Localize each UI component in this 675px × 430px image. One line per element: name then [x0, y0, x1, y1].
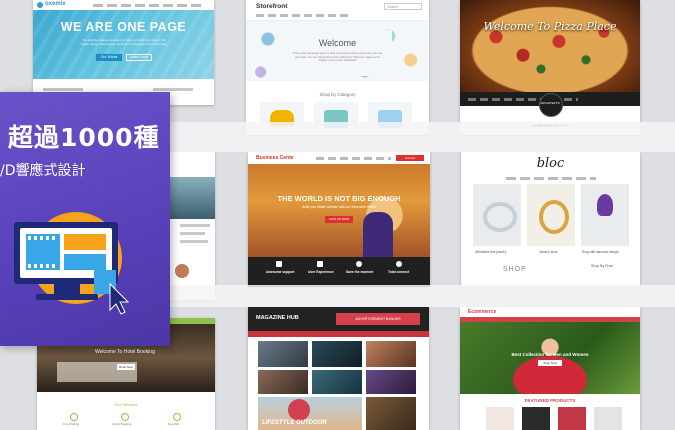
- shop-heading: SHOP: [503, 266, 527, 273]
- featured-heading: FEATURED PRODUCTS: [524, 398, 576, 403]
- news-thumb[interactable]: [258, 341, 308, 367]
- product-card[interactable]: [594, 407, 622, 430]
- news-thumb[interactable]: [366, 370, 416, 394]
- news-thumb[interactable]: [258, 370, 308, 394]
- product-caption: Jewelry store: [539, 250, 558, 254]
- hero-image: [460, 322, 640, 394]
- hero-heading: Best Collection for Men and Women: [511, 352, 589, 357]
- ad-banner[interactable]: ADVERTISEMENT BANNER: [336, 313, 420, 325]
- feature-icon: [356, 261, 362, 267]
- hero-heading: Welcome To Hotel Booking: [95, 349, 155, 355]
- feature-label: User Experience: [308, 270, 334, 274]
- signup-button[interactable]: SIGN UP NOW: [325, 216, 353, 223]
- hero-image: [460, 0, 640, 92]
- services-heading: Our Services: [114, 402, 138, 407]
- service-icon: [70, 413, 78, 421]
- promo-subtitle: /D響應式設計: [0, 163, 86, 179]
- theme-preview-storefront[interactable]: Storefront Search Welcome This is your h…: [246, 0, 429, 135]
- badge-text: ARCHITECTS: [540, 101, 560, 105]
- feature-icon: [317, 261, 323, 267]
- service-label: Free Parking: [63, 422, 80, 426]
- theme-logo: Business Cente: [256, 155, 294, 161]
- theme-preview-business[interactable]: Business Cente Contact THE WORLD IS NOT …: [248, 152, 430, 287]
- welcome-text: This is your homepage which is what most…: [292, 52, 383, 63]
- service-label: Family Booking: [112, 422, 132, 426]
- welcome-heading: Welcome: [318, 38, 357, 48]
- product-card[interactable]: [558, 407, 586, 430]
- product-image[interactable]: [581, 184, 629, 246]
- news-thumb[interactable]: [312, 370, 362, 394]
- service-icon: [121, 413, 129, 421]
- hero-button-secondary[interactable]: Learn More: [126, 54, 152, 61]
- theme-preview-fashion[interactable]: Ecommerce Best Collection for Men and Wo…: [460, 307, 640, 430]
- product-card[interactable]: [522, 407, 550, 430]
- hero-body: We provide creative solutions to help yo…: [80, 38, 168, 46]
- feature-icon: [276, 261, 282, 267]
- news-thumb[interactable]: [366, 341, 416, 367]
- shop-button[interactable]: Shop Now: [538, 360, 562, 366]
- badge-logo: [539, 93, 563, 117]
- hero-script-title: Welcome To Pizza Place: [483, 20, 617, 33]
- promo-panel: 超過1000種 /D響應式設計: [0, 92, 170, 346]
- theme-preview-pizza[interactable]: Welcome To Pizza Place ARCHITECTS ACHIEV…: [460, 0, 640, 135]
- feature-label: Awesome support: [266, 270, 295, 274]
- logo-icon: [37, 2, 43, 8]
- product-card[interactable]: [486, 407, 514, 430]
- book-button[interactable]: Book Now: [117, 364, 135, 370]
- theme-preview-magazine[interactable]: MAGAZINE HUB ADVERTISEMENT BANNER LIFEST…: [248, 307, 429, 430]
- monitor-cursor-icon: [0, 212, 170, 342]
- contact-button[interactable]: Contact: [396, 155, 424, 161]
- feature-label: Save the moment: [346, 270, 374, 274]
- theme-logo: Storefront: [256, 3, 288, 10]
- hero-heading: THE WORLD IS NOT BIG ENOUGH: [277, 194, 401, 203]
- category-heading: Shop by Category: [319, 92, 356, 97]
- hero-heading: WE ARE ONE PAGE: [60, 20, 187, 34]
- theme-logo: bloc: [536, 156, 565, 171]
- hero-image: [248, 164, 430, 257]
- search-input[interactable]: Search: [384, 3, 422, 10]
- promo-title: 超過1000種: [8, 123, 160, 152]
- feature-label: Total connect: [388, 270, 410, 274]
- product-image[interactable]: [527, 184, 575, 246]
- hero-button-primary[interactable]: Our Works: [96, 54, 122, 61]
- service-label: Free Wifi: [168, 422, 180, 426]
- theme-preview-onepage[interactable]: oxemix WE ARE ONE PAGE We provide creati…: [33, 0, 214, 105]
- hero-subtitle: Build your dream website with our respon…: [302, 205, 376, 209]
- feature-icon: [396, 261, 402, 267]
- filter-heading: Shop By Price: [591, 264, 614, 268]
- theme-logo: Ecommerce: [468, 309, 497, 315]
- news-thumb[interactable]: [312, 341, 362, 367]
- product-caption: Ring with diamond design: [582, 250, 619, 254]
- theme-logo: MAGAZINE HUB: [256, 315, 299, 321]
- promo-text: LIFESTYLE OUTDOOR: [262, 420, 327, 426]
- theme-logo: oxemix: [45, 1, 66, 7]
- product-image[interactable]: [473, 184, 521, 246]
- theme-preview-jewelry[interactable]: bloc Affordable fine jewelry Jewelry sto…: [461, 152, 640, 287]
- product-caption: Affordable fine jewelry: [475, 250, 507, 254]
- service-icon: [173, 413, 181, 421]
